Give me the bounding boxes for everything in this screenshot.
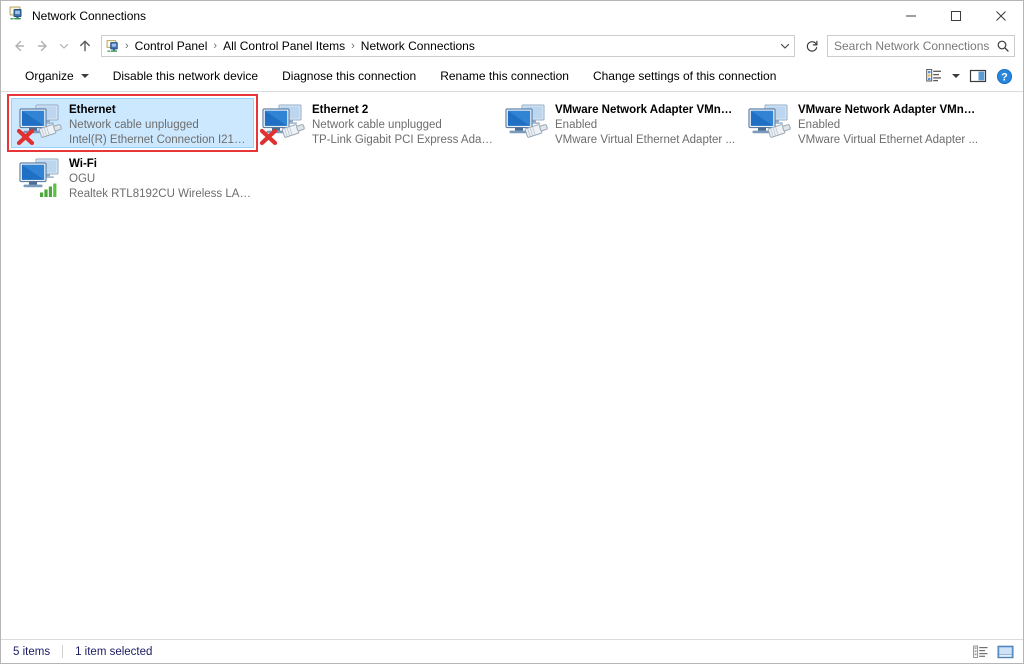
minimize-button[interactable]: [888, 1, 933, 31]
connection-device: TP-Link Gigabit PCI Express Adap...: [312, 134, 494, 146]
connection-text: VMware Network Adapter VMnet8 Enabled VMwa…: [794, 101, 980, 148]
connection-status: Network cable unplugged: [69, 119, 199, 131]
disable-network-device-button[interactable]: Disable this network device: [101, 64, 270, 88]
connection-tile[interactable]: VMware Network Adapter VMnet1 Enabled VMwa…: [497, 98, 740, 148]
wireless-adapter-icon: [15, 155, 65, 201]
svg-text:?: ?: [1001, 71, 1008, 83]
up-button[interactable]: [73, 34, 97, 58]
breadcrumb-item-all-control-panel-items[interactable]: All Control Panel Items: [218, 36, 350, 56]
connection-name: VMware Network Adapter VMnet1: [555, 104, 737, 116]
rename-connection-label: Rename this connection: [440, 69, 569, 83]
change-view-dropdown-button[interactable]: [947, 64, 965, 88]
address-bar-row: › Control Panel › All Control Panel Item…: [1, 31, 1023, 61]
breadcrumb-item-control-panel[interactable]: Control Panel: [130, 36, 213, 56]
chevron-down-icon[interactable]: [776, 36, 794, 56]
network-adapter-icon: [744, 101, 794, 147]
help-button[interactable]: ?: [991, 64, 1017, 88]
window-title: Network Connections: [32, 9, 147, 23]
connection-device: VMware Virtual Ethernet Adapter ...: [555, 134, 736, 146]
back-button[interactable]: [7, 34, 31, 58]
status-bar: 5 items 1 item selected: [1, 639, 1023, 663]
change-view-button[interactable]: [921, 64, 947, 88]
disable-network-device-label: Disable this network device: [112, 69, 259, 83]
connection-name: VMware Network Adapter VMnet8: [798, 104, 980, 116]
large-icons-view-button[interactable]: [993, 642, 1017, 662]
network-connections-icon: [9, 6, 25, 27]
connection-text: VMware Network Adapter VMnet1 Enabled VMwa…: [551, 101, 737, 148]
connections-grid: Ethernet Network cable unplugged Intel(R) …: [11, 98, 1023, 206]
refresh-icon[interactable]: [801, 35, 823, 57]
connection-status: Network cable unplugged: [312, 119, 442, 131]
diagnose-connection-label: Diagnose this connection: [282, 69, 417, 83]
recent-locations-button[interactable]: [55, 34, 73, 58]
change-settings-label: Change settings of this connection: [592, 69, 777, 83]
search-icon[interactable]: [992, 36, 1014, 56]
connection-status: OGU: [69, 173, 96, 185]
control-panel-icon: [102, 36, 124, 56]
connection-device: VMware Virtual Ethernet Adapter ...: [798, 134, 979, 146]
connection-name: Ethernet: [69, 104, 116, 116]
maximize-button[interactable]: [933, 1, 978, 31]
connection-tile[interactable]: VMware Network Adapter VMnet8 Enabled VMwa…: [740, 98, 983, 148]
chevron-down-icon: [80, 74, 89, 78]
connection-device: Realtek RTL8192CU Wireless LAN ...: [69, 188, 251, 200]
network-adapter-icon: [501, 101, 551, 147]
item-count-label: 5 items: [13, 645, 51, 658]
connection-name: Wi-Fi: [69, 158, 97, 170]
search-box[interactable]: [827, 35, 1015, 57]
connection-text: Wi-Fi OGU Realtek RTL8192CU Wireless LAN .…: [65, 155, 251, 202]
preview-pane-button[interactable]: [965, 64, 991, 88]
connection-tile[interactable]: Ethernet 2 Network cable unplugged TP-Link…: [254, 98, 497, 148]
command-bar: Organize Disable this network device Dia…: [1, 61, 1023, 92]
diagnose-connection-button[interactable]: Diagnose this connection: [270, 64, 428, 88]
breadcrumb-item-network-connections[interactable]: Network Connections: [356, 36, 480, 56]
selection-count-label: 1 item selected: [75, 645, 153, 658]
organize-label: Organize: [25, 69, 74, 83]
connection-text: Ethernet 2 Network cable unplugged TP-Link…: [308, 101, 494, 148]
window-controls: [888, 1, 1023, 31]
search-input[interactable]: [828, 36, 992, 56]
title-bar-left: Network Connections: [1, 6, 146, 27]
rename-connection-button[interactable]: Rename this connection: [428, 64, 581, 88]
connection-name: Ethernet 2: [312, 104, 369, 116]
network-adapter-icon: [15, 101, 65, 147]
connection-status: Enabled: [798, 119, 841, 131]
network-connections-window: Network Connections › Control Panel › Al…: [0, 0, 1024, 664]
connection-text: Ethernet Network cable unplugged Intel(R) …: [65, 101, 251, 148]
connection-status: Enabled: [555, 119, 598, 131]
status-divider: [62, 645, 64, 658]
connections-list[interactable]: Ethernet Network cable unplugged Intel(R) …: [1, 92, 1023, 639]
breadcrumb[interactable]: › Control Panel › All Control Panel Item…: [101, 35, 795, 57]
organize-button[interactable]: Organize: [13, 64, 101, 88]
chevron-down-icon: [952, 74, 960, 78]
close-button[interactable]: [978, 1, 1023, 31]
connection-tile[interactable]: Ethernet Network cable unplugged Intel(R) …: [11, 98, 254, 148]
details-view-button[interactable]: [969, 642, 993, 662]
forward-button[interactable]: [31, 34, 55, 58]
network-adapter-icon: [258, 101, 308, 147]
connection-tile[interactable]: Wi-Fi OGU Realtek RTL8192CU Wireless LAN .…: [11, 152, 254, 202]
title-bar: Network Connections: [1, 1, 1023, 31]
connection-device: Intel(R) Ethernet Connection I217-V: [69, 134, 251, 146]
change-settings-button[interactable]: Change settings of this connection: [581, 64, 788, 88]
